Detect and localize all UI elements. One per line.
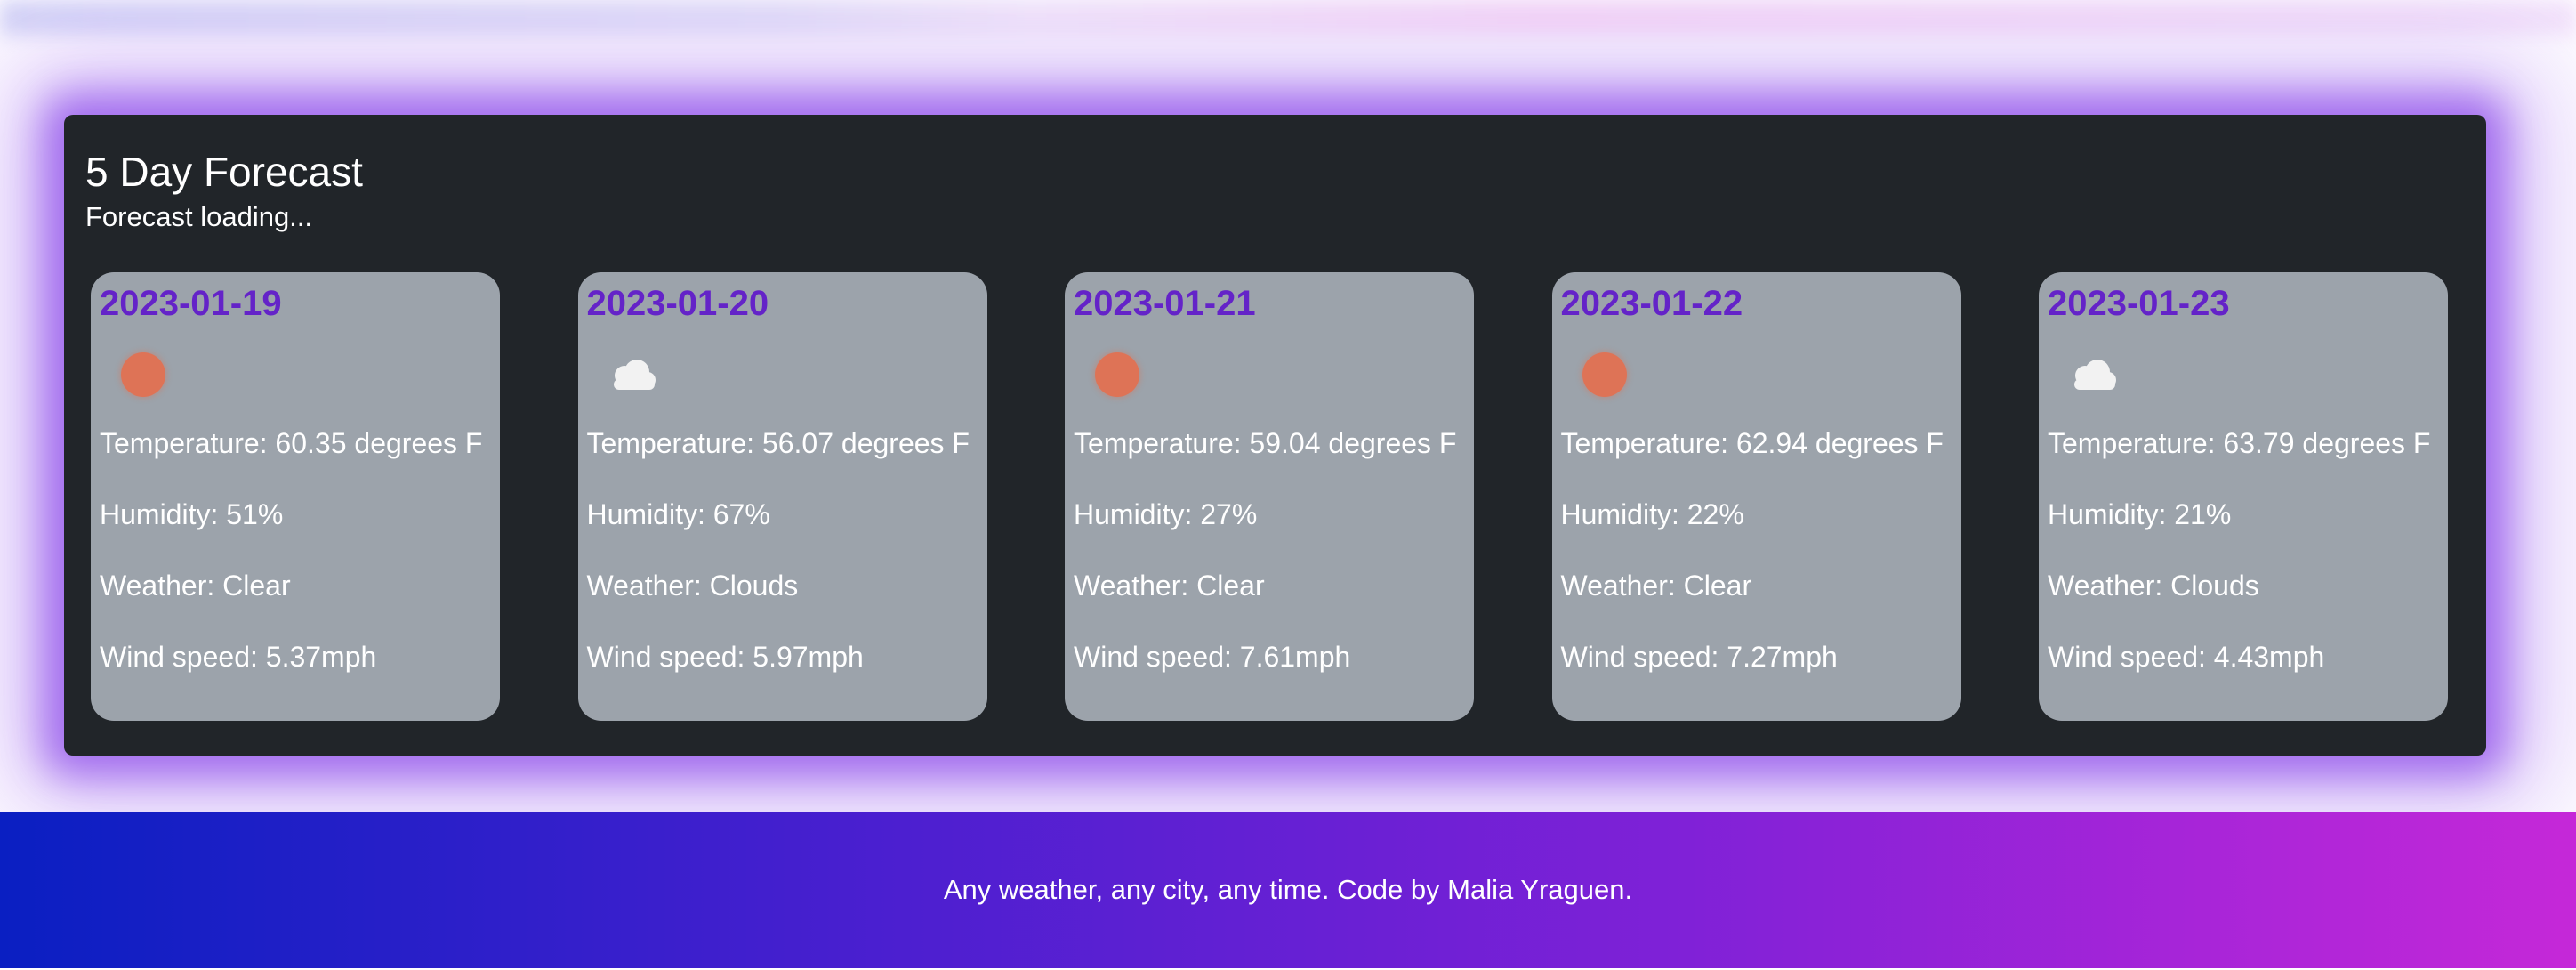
forecast-weather: Weather: Clouds (586, 570, 799, 602)
weather-icon-wrapper (1561, 345, 1952, 408)
forecast-temperature: Temperature: 59.04 degrees F (1074, 427, 1457, 459)
page-footer: Any weather, any city, any time. Code by… (0, 812, 2576, 968)
forecast-status: Forecast loading... (85, 201, 313, 232)
forecast-humidity: Humidity: 21% (2048, 498, 2232, 530)
forecast-day-card: 2023-01-19 Temperature: 60.35 degrees F … (91, 272, 500, 721)
forecast-title: 5 Day Forecast (85, 149, 363, 195)
forecast-temperature: Temperature: 56.07 degrees F (586, 427, 970, 459)
forecast-date: 2023-01-22 (1560, 284, 1743, 323)
footer-credit: Any weather, any city, any time. Code by… (943, 874, 1633, 905)
sun-icon (1095, 352, 1139, 397)
forecast-weather: Weather: Clouds (2048, 570, 2259, 602)
cloud-icon (613, 360, 656, 390)
forecast-weather: Weather: Clear (100, 570, 291, 602)
weather-icon-wrapper (1074, 345, 1465, 408)
forecast-day-card: 2023-01-20 Temperature: 56.07 degrees F … (577, 272, 987, 721)
forecast-day-card: 2023-01-22 Temperature: 62.94 degrees F … (1551, 272, 1961, 721)
forecast-panel: 5 Day Forecast Forecast loading... 2023-… (64, 115, 2486, 756)
forecast-date: 2023-01-23 (2048, 284, 2230, 323)
forecast-humidity: Humidity: 51% (100, 498, 284, 530)
forecast-date: 2023-01-19 (100, 284, 282, 323)
weather-icon-wrapper (587, 345, 978, 408)
forecast-wind-speed: Wind speed: 4.43mph (2048, 641, 2325, 673)
forecast-temperature: Temperature: 60.35 degrees F (100, 427, 483, 459)
forecast-weather: Weather: Clear (1560, 570, 1752, 602)
forecast-wind-speed: Wind speed: 7.61mph (1074, 641, 1351, 673)
forecast-card-row: 2023-01-19 Temperature: 60.35 degrees F … (91, 272, 2448, 721)
forecast-day-card: 2023-01-21 Temperature: 59.04 degrees F … (1065, 272, 1474, 721)
forecast-wind-speed: Wind speed: 5.97mph (586, 641, 864, 673)
forecast-humidity: Humidity: 22% (1560, 498, 1744, 530)
weather-icon-wrapper (2048, 345, 2439, 408)
forecast-wind-speed: Wind speed: 5.37mph (100, 641, 377, 673)
cloud-icon (2074, 360, 2116, 390)
forecast-weather: Weather: Clear (1074, 570, 1265, 602)
forecast-humidity: Humidity: 67% (586, 498, 770, 530)
forecast-date: 2023-01-20 (586, 284, 769, 323)
sun-icon (1582, 352, 1627, 397)
forecast-humidity: Humidity: 27% (1074, 498, 1258, 530)
forecast-temperature: Temperature: 62.94 degrees F (1560, 427, 1944, 459)
sun-icon (121, 352, 165, 397)
forecast-day-card: 2023-01-23 Temperature: 63.79 degrees F … (2039, 272, 2448, 721)
forecast-wind-speed: Wind speed: 7.27mph (1560, 641, 1838, 673)
top-gradient-strip (0, 0, 2576, 36)
weather-icon-wrapper (100, 345, 491, 408)
forecast-date: 2023-01-21 (1074, 284, 1256, 323)
forecast-temperature: Temperature: 63.79 degrees F (2048, 427, 2431, 459)
